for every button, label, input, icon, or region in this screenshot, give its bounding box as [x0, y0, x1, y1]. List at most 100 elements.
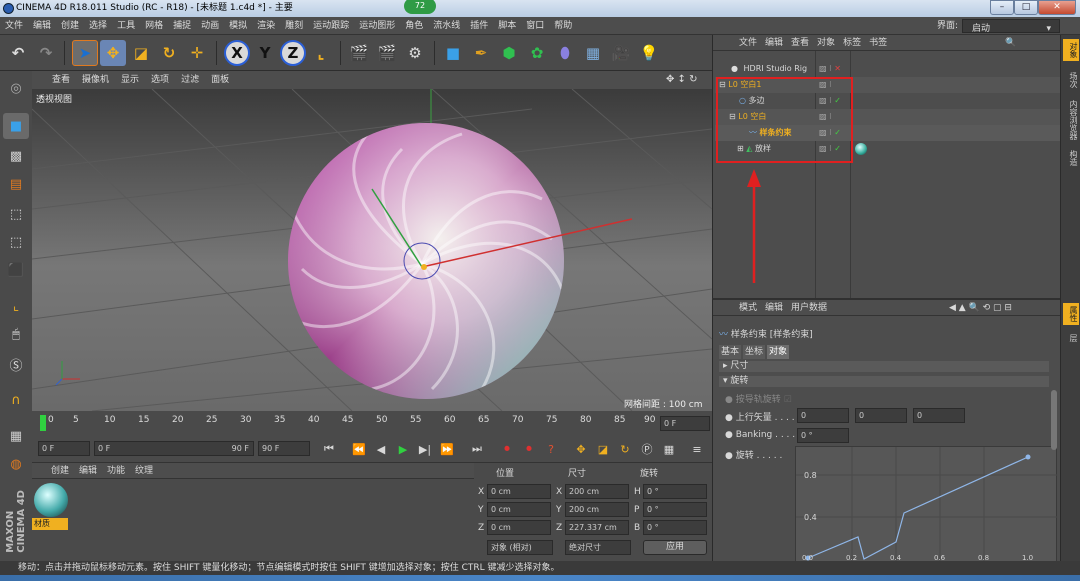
- section-rotation[interactable]: ▾ 旋转: [719, 376, 1049, 387]
- side-tab-attributes[interactable]: 属性: [1063, 303, 1079, 325]
- vp-menu-view[interactable]: 查看: [46, 71, 76, 89]
- side-tab-layers[interactable]: 层: [1063, 331, 1079, 345]
- visibility-toggle-icon[interactable]: ▨ ⁝ ✕: [819, 61, 841, 77]
- texture-mode-icon[interactable]: ▩: [3, 143, 29, 169]
- next-frame-button[interactable]: ▶|: [416, 440, 434, 458]
- cube-primitive-button[interactable]: ■: [440, 40, 466, 66]
- scale-tool-button[interactable]: ◪: [128, 40, 154, 66]
- next-key-button[interactable]: ⏩: [438, 440, 456, 458]
- obj-menu-tags[interactable]: 标签: [839, 38, 865, 48]
- workplane-mode-icon[interactable]: ▤: [3, 171, 29, 197]
- menu-motion-tracking[interactable]: 运动跟踪: [308, 17, 354, 35]
- key-parameter-button[interactable]: Ⓟ: [638, 440, 656, 458]
- pos-y-field[interactable]: 0 cm: [487, 502, 551, 517]
- object-row-hdri[interactable]: ● HDRI Studio Rig ▨ ⁝ ✕: [715, 61, 1060, 77]
- edges-mode-icon[interactable]: ⬚: [3, 229, 29, 255]
- menu-file[interactable]: 文件: [0, 17, 28, 35]
- mat-menu-create[interactable]: 创建: [46, 466, 74, 476]
- key-pla-button[interactable]: ▦: [660, 440, 678, 458]
- obj-menu-file[interactable]: 文件: [735, 38, 761, 48]
- side-tab-content-browser[interactable]: 内容浏览器: [1063, 97, 1079, 143]
- section-size[interactable]: ▸ 尺寸: [719, 361, 1049, 372]
- vp-menu-panel[interactable]: 面板: [205, 71, 235, 89]
- menu-simulate[interactable]: 模拟: [224, 17, 252, 35]
- menu-edit[interactable]: 编辑: [28, 17, 56, 35]
- menu-create[interactable]: 创建: [56, 17, 84, 35]
- pos-z-field[interactable]: 0 cm: [487, 520, 551, 535]
- obj-menu-bookmarks[interactable]: 书签: [865, 38, 891, 48]
- coordinate-system-button[interactable]: ⌞: [308, 40, 334, 66]
- select-tool-button[interactable]: ➤: [72, 40, 98, 66]
- deformer-button[interactable]: ⬮: [552, 40, 578, 66]
- up-vector-z-field[interactable]: 0: [913, 408, 965, 423]
- menu-character[interactable]: 角色: [400, 17, 428, 35]
- polygons-mode-icon[interactable]: ⬛: [3, 257, 29, 283]
- maximize-button[interactable]: □: [1014, 0, 1038, 15]
- rot-b-field[interactable]: 0 °: [643, 520, 707, 535]
- minimize-button[interactable]: –: [990, 0, 1014, 15]
- size-x-field[interactable]: 200 cm: [565, 484, 629, 499]
- axis-mode-icon[interactable]: ⌞: [3, 293, 29, 319]
- apply-button[interactable]: 应用: [643, 540, 707, 555]
- menu-window[interactable]: 窗口: [521, 17, 549, 35]
- menu-mograph[interactable]: 运动图形: [354, 17, 400, 35]
- goto-end-button[interactable]: ⏭: [468, 440, 486, 458]
- points-mode-icon[interactable]: ⬚: [3, 201, 29, 227]
- material-name[interactable]: 材质: [32, 518, 68, 530]
- mat-menu-texture[interactable]: 纹理: [130, 466, 158, 476]
- start-frame-field[interactable]: 0 F: [38, 441, 90, 456]
- end-frame-field[interactable]: 90 F: [258, 441, 310, 456]
- model-mode-icon[interactable]: ■: [3, 113, 29, 139]
- rail-rotation-checkbox[interactable]: ☑: [784, 395, 792, 405]
- coord-mode-select[interactable]: 对象 (相对): [487, 540, 553, 555]
- rot-h-field[interactable]: 0 °: [643, 484, 707, 499]
- obj-menu-edit[interactable]: 编辑: [761, 38, 787, 48]
- menu-pipeline[interactable]: 流水线: [428, 17, 465, 35]
- vp-menu-display[interactable]: 显示: [115, 71, 145, 89]
- attr-scrollbar[interactable]: [1051, 390, 1057, 450]
- tab-basic[interactable]: 基本: [719, 345, 742, 359]
- auto-key-button[interactable]: ⏺: [520, 440, 538, 458]
- obj-menu-view[interactable]: 查看: [787, 38, 813, 48]
- vp-menu-camera[interactable]: 摄像机: [76, 71, 115, 89]
- mat-menu-function[interactable]: 功能: [102, 466, 130, 476]
- tab-object[interactable]: 对象: [767, 345, 790, 359]
- redo-button[interactable]: ↷: [33, 40, 59, 66]
- key-rotation-button[interactable]: ↻: [616, 440, 634, 458]
- search-icon[interactable]: 🔍: [1005, 35, 1016, 51]
- undo-button[interactable]: ↶: [5, 40, 31, 66]
- material-tag-icon[interactable]: [855, 143, 867, 155]
- pen-spline-button[interactable]: ✒: [468, 40, 494, 66]
- z-axis-button[interactable]: Z: [280, 40, 306, 66]
- move-tool-button[interactable]: ✥: [100, 40, 126, 66]
- menu-animate[interactable]: 动画: [196, 17, 224, 35]
- lock-workplane-icon[interactable]: ▦: [3, 423, 29, 449]
- floor-button[interactable]: ▦: [580, 40, 606, 66]
- side-tab-structure[interactable]: 构造: [1063, 147, 1079, 169]
- key-scale-button[interactable]: ◪: [594, 440, 612, 458]
- current-frame-field[interactable]: 0 F: [660, 416, 710, 431]
- transform-tool-button[interactable]: ✛: [184, 40, 210, 66]
- mat-menu-edit[interactable]: 编辑: [74, 466, 102, 476]
- vp-menu-filter[interactable]: 过滤: [175, 71, 205, 89]
- goto-start-button[interactable]: ⏮: [320, 440, 338, 458]
- record-button[interactable]: ⏺: [498, 440, 516, 458]
- size-mode-select[interactable]: 绝对尺寸: [565, 540, 631, 555]
- side-tab-takes[interactable]: 场次: [1063, 69, 1079, 91]
- size-z-field[interactable]: 227.337 cm: [565, 520, 629, 535]
- tab-coord[interactable]: 坐标: [743, 345, 766, 359]
- menu-sculpt[interactable]: 雕刻: [280, 17, 308, 35]
- key-position-button[interactable]: ✥: [572, 440, 590, 458]
- play-button[interactable]: ▶: [394, 440, 412, 458]
- side-tab-objects[interactable]: 对象: [1063, 39, 1079, 61]
- pos-x-field[interactable]: 0 cm: [487, 484, 551, 499]
- make-editable-icon[interactable]: ◎: [3, 75, 29, 101]
- y-axis-button[interactable]: Y: [252, 40, 278, 66]
- attr-nav-icons[interactable]: ◀ ▲ 🔍 ⟲ ▢ ⊟: [949, 300, 1012, 316]
- material-preview[interactable]: [34, 483, 68, 517]
- menu-tools[interactable]: 工具: [112, 17, 140, 35]
- rot-p-field[interactable]: 0 °: [643, 502, 707, 517]
- obj-menu-objects[interactable]: 对象: [813, 38, 839, 48]
- close-button[interactable]: ✕: [1038, 0, 1076, 15]
- rotation-spline-graph[interactable]: 0.8 0.4 0.0 0.2 0.4 0.6 0.8 1.0: [795, 446, 1058, 564]
